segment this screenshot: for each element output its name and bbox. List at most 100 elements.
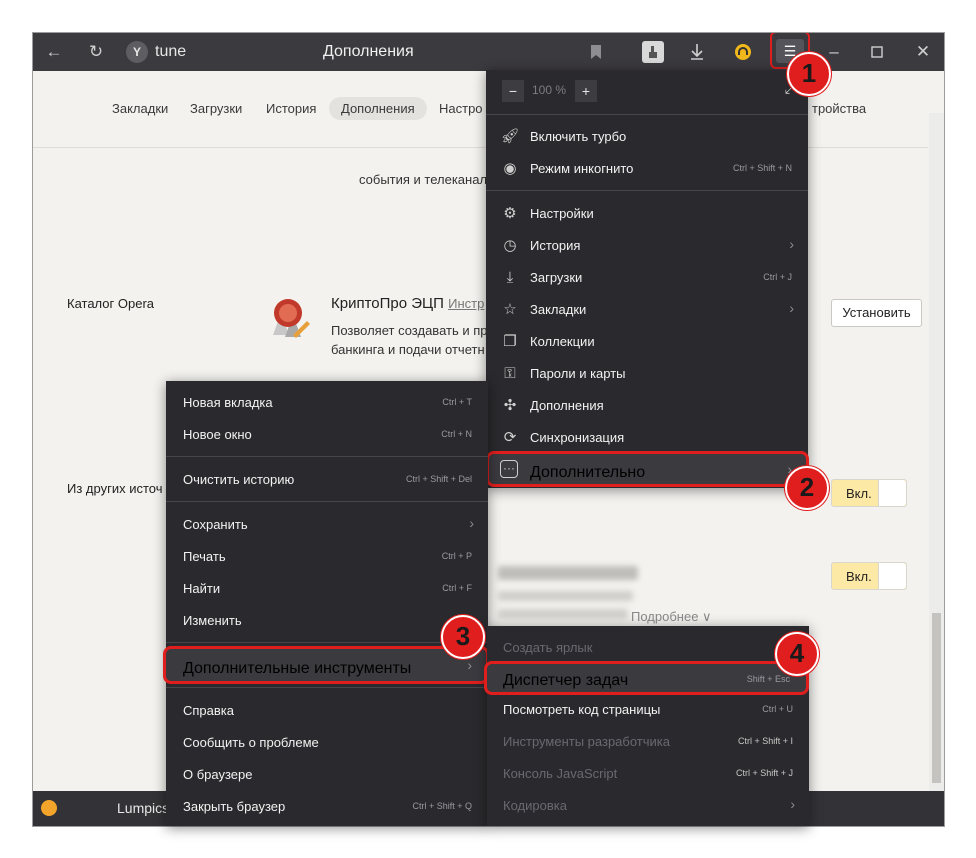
menu-item-more-inner: ··· Дополнительно › <box>489 455 806 487</box>
blurred-text <box>498 609 628 619</box>
tab-devices[interactable]: тройства <box>812 101 866 116</box>
menu-item-label: Диспетчер задач <box>503 672 629 689</box>
rocket-icon: 🚀︎ <box>500 128 520 145</box>
menu-item-new-window[interactable]: Новое окно Ctrl + N <box>166 419 488 451</box>
menu-item-shortcut: Ctrl + N <box>441 429 472 439</box>
section-other-sources-label: Из других источ <box>67 481 163 496</box>
tab-downloads[interactable]: Загрузки <box>190 101 242 116</box>
menu-item-label: Дополнения <box>530 398 604 413</box>
more-dots-icon: ··· <box>500 460 518 478</box>
menu-item-label: Инструменты разработчика <box>503 734 670 749</box>
menu-item-label: Кодировка <box>503 798 567 813</box>
extension-icon[interactable] <box>642 41 664 63</box>
menu-item-label: Закрыть браузер <box>183 799 286 814</box>
menu-item-create-shortcut[interactable]: Создать ярлык <box>487 632 809 664</box>
menu-item-shortcut: Ctrl + F <box>442 583 472 593</box>
download-icon: ⤓ <box>506 269 514 286</box>
menu-item-extensions[interactable]: ✣ Дополнения <box>486 390 808 422</box>
site-favicon-icon <box>41 800 57 816</box>
menu-item-settings[interactable]: ⚙ Настройки <box>486 198 808 230</box>
vertical-scrollbar[interactable] <box>929 113 944 823</box>
menu-item-passwords[interactable]: ⚿ Пароли и карты <box>486 358 808 390</box>
menu-item-label: Дополнительные инструменты <box>183 660 412 677</box>
menu-item-print[interactable]: Печать Ctrl + P <box>166 541 488 573</box>
menu-item-find[interactable]: Найти Ctrl + F <box>166 573 488 605</box>
close-icon[interactable]: ✕ <box>912 41 934 63</box>
menu-item-close-browser[interactable]: Закрыть браузер Ctrl + Shift + Q <box>166 791 488 823</box>
zoom-out-button[interactable]: − <box>502 80 524 102</box>
menu-item-label: Новая вкладка <box>183 395 273 410</box>
menu-item-label: Дополнительно <box>530 464 646 481</box>
toggle-knob <box>878 563 906 589</box>
menu-item-encoding[interactable]: Кодировка › <box>487 790 809 822</box>
download-icon[interactable] <box>686 41 708 63</box>
menu-item-new-tab[interactable]: Новая вкладка Ctrl + T <box>166 387 488 419</box>
scrollbar-thumb[interactable] <box>932 613 941 783</box>
menu-separator <box>166 501 488 502</box>
menu-item-label: Загрузки <box>530 270 583 285</box>
menu-item-help[interactable]: Справка <box>166 695 488 727</box>
page-title: Дополнения <box>323 43 414 60</box>
menu-item-dev-tools[interactable]: Инструменты разработчика Ctrl + Shift + … <box>487 726 809 758</box>
tab-title[interactable]: Lumpics <box>117 800 169 816</box>
tab-bookmarks[interactable]: Закладки <box>112 101 168 116</box>
chevron-right-icon: › <box>789 300 794 316</box>
menu-item-task-manager[interactable]: Диспетчер задач Shift + Esc <box>484 661 809 695</box>
menu-item-label: Посмотреть код страницы <box>503 702 661 717</box>
step-badge-3: 3 <box>441 615 485 659</box>
menu-item-report-problem[interactable]: Сообщить о проблеме <box>166 727 488 759</box>
menu-item-label: Синхронизация <box>530 430 625 445</box>
menu-item-turbo[interactable]: 🚀︎ Включить турбо <box>486 121 808 153</box>
bookmark-icon[interactable] <box>585 41 607 63</box>
menu-item-label: Изменить <box>183 613 242 628</box>
menu-item-shortcut: Shift + Esc <box>746 674 790 684</box>
tools-submenu: Создать ярлык Посмотреть код страницы Ct… <box>487 626 809 826</box>
menu-item-clear-history[interactable]: Очистить историю Ctrl + Shift + Del <box>166 464 488 496</box>
menu-item-shortcut: Ctrl + J <box>763 272 792 282</box>
menu-item-label: Найти <box>183 581 221 596</box>
menu-item-additional-tools[interactable]: Дополнительные инструменты › <box>163 646 489 684</box>
install-button[interactable]: Установить <box>831 299 922 327</box>
menu-item-more[interactable]: ··· Дополнительно › <box>486 451 809 487</box>
more-link[interactable]: Подробнее ∨ <box>631 609 712 625</box>
menu-item-about[interactable]: О браузере <box>166 759 488 791</box>
menu-item-label: Сообщить о проблеме <box>183 735 319 750</box>
tab-settings[interactable]: Настро <box>439 101 483 116</box>
menu-item-edit[interactable]: Изменить <box>166 605 488 637</box>
extension-link[interactable]: Инстр <box>448 296 484 311</box>
chevron-right-icon: › <box>790 796 795 812</box>
menu-item-shortcut: Ctrl + U <box>762 704 793 714</box>
menu-item-view-source[interactable]: Посмотреть код страницы Ctrl + U <box>487 694 809 726</box>
extension-toggle[interactable]: Вкл. <box>831 562 907 590</box>
tab-history[interactable]: История <box>266 101 316 116</box>
main-menu: − 100 % + ⤢ 🚀︎ Включить турбо ◉ Режим ин… <box>486 70 808 488</box>
menu-item-shortcut: Ctrl + Shift + J <box>735 768 793 778</box>
sync-icon: ⟳ <box>503 429 517 446</box>
menu-item-bookmarks[interactable]: ☆ Закладки › <box>486 294 808 326</box>
menu-item-shortcut: Ctrl + T <box>442 397 472 407</box>
menu-item-label: Режим инкогнито <box>530 161 634 176</box>
menu-item-js-console[interactable]: Консоль JavaScript Ctrl + Shift + J <box>487 758 809 790</box>
menu-item-history[interactable]: ◷ История › <box>486 230 808 262</box>
menu-item-save[interactable]: Сохранить › <box>166 509 488 541</box>
back-icon[interactable]: ← <box>43 41 65 63</box>
menu-item-downloads[interactable]: ⤓ Загрузки Ctrl + J <box>486 262 808 294</box>
zoom-in-button[interactable]: + <box>575 80 597 102</box>
menu-item-collections[interactable]: ❐ Коллекции <box>486 326 808 358</box>
tab-extensions[interactable]: Дополнения <box>329 97 427 120</box>
menu-item-incognito[interactable]: ◉ Режим инкогнито Ctrl + Shift + N <box>486 153 808 185</box>
extension-description: Позволяет создавать и пр банкинга и пода… <box>331 323 488 357</box>
menu-item-sync[interactable]: ⟳ Синхронизация <box>486 422 808 454</box>
menu-item-label: Печать <box>183 549 226 564</box>
reload-icon[interactable]: ↻ <box>85 41 107 63</box>
headphones-icon[interactable] <box>732 41 754 63</box>
address-bar[interactable]: tune <box>155 43 186 61</box>
menu-item-shortcut: Ctrl + Shift + N <box>732 163 792 173</box>
maximize-icon[interactable] <box>866 41 888 63</box>
menu-item-label: Консоль JavaScript <box>503 766 618 781</box>
extension-name: КриптоПро ЭЦП Инстр <box>331 295 484 312</box>
menu-item-additional-tools-inner: Дополнительные инструменты › <box>166 651 486 683</box>
step-badge-2: 2 <box>785 466 829 510</box>
menu-item-label: Справка <box>183 703 234 718</box>
extension-toggle[interactable]: Вкл. <box>831 479 907 507</box>
